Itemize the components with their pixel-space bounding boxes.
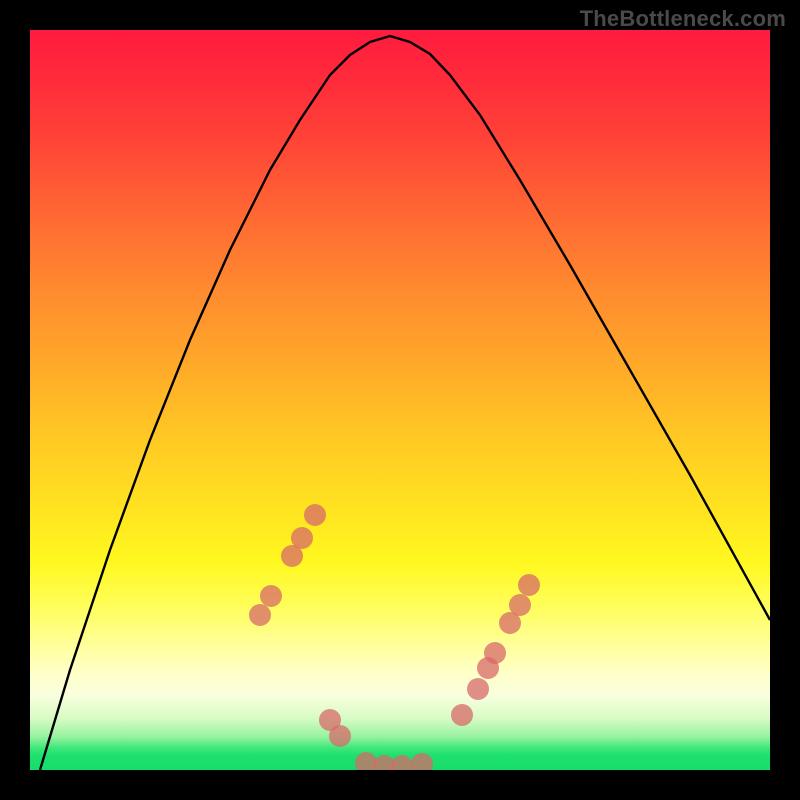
bottleneck-curve [30,30,770,770]
curve-marker [260,585,282,607]
curve-marker [304,504,326,526]
plot-area [30,30,770,770]
curve-marker [484,642,506,664]
chart-frame: TheBottleneck.com [0,0,800,800]
watermark-text: TheBottleneck.com [580,6,786,32]
curve-marker [391,755,413,770]
curve-marker [518,574,540,596]
curve-marker [509,594,531,616]
curve-marker [467,678,489,700]
curve-marker [451,704,473,726]
curve-marker [411,753,433,770]
curve-marker [329,725,351,747]
curve-marker [291,527,313,549]
curve-marker [249,604,271,626]
